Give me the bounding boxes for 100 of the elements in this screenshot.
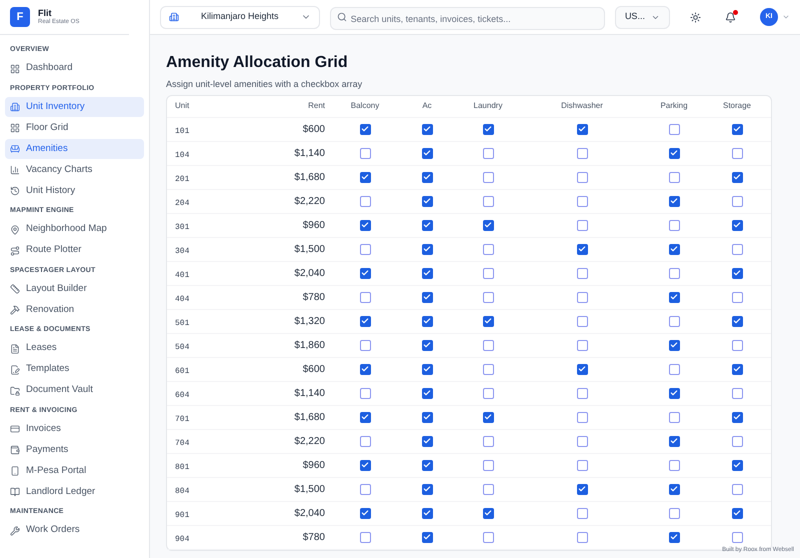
checkbox[interactable] (360, 364, 370, 374)
checkbox[interactable] (732, 244, 742, 254)
sidebar-item[interactable]: Dashboard (5, 58, 144, 78)
checkbox[interactable] (732, 460, 742, 470)
checkbox[interactable] (732, 148, 742, 158)
checkbox[interactable] (668, 268, 680, 278)
checkbox[interactable] (422, 316, 432, 326)
checkbox[interactable] (732, 124, 742, 134)
checkbox[interactable] (576, 484, 588, 494)
checkbox[interactable] (360, 124, 370, 134)
sidebar-item[interactable]: Document Vault (5, 380, 144, 400)
checkbox[interactable] (482, 124, 494, 134)
checkbox[interactable] (576, 460, 588, 470)
checkbox[interactable] (482, 484, 494, 494)
checkbox[interactable] (668, 532, 680, 542)
checkbox[interactable] (668, 292, 680, 302)
checkbox[interactable] (422, 508, 432, 518)
sidebar-item[interactable]: M-Pesa Portal (5, 461, 144, 481)
checkbox[interactable] (576, 172, 588, 182)
checkbox[interactable] (360, 292, 370, 302)
checkbox[interactable] (482, 292, 494, 302)
checkbox[interactable] (422, 268, 432, 278)
checkbox[interactable] (732, 436, 742, 446)
checkbox[interactable] (360, 172, 370, 182)
sidebar-item[interactable]: Neighborhood Map (5, 220, 144, 240)
checkbox[interactable] (732, 268, 742, 278)
checkbox[interactable] (732, 508, 742, 518)
checkbox[interactable] (576, 436, 588, 446)
checkbox[interactable] (482, 460, 494, 470)
checkbox[interactable] (732, 388, 742, 398)
checkbox[interactable] (482, 148, 494, 158)
checkbox[interactable] (482, 340, 494, 350)
checkbox[interactable] (576, 364, 588, 374)
sidebar-item[interactable]: Unit Inventory (5, 97, 144, 117)
checkbox[interactable] (360, 412, 370, 422)
checkbox[interactable] (422, 196, 432, 206)
checkbox[interactable] (422, 172, 432, 182)
checkbox[interactable] (482, 220, 494, 230)
sidebar-item[interactable]: Invoices (5, 419, 144, 439)
checkbox[interactable] (422, 532, 432, 542)
checkbox[interactable] (668, 436, 680, 446)
sidebar-item[interactable]: Unit History (5, 181, 144, 201)
checkbox[interactable] (576, 508, 588, 518)
checkbox[interactable] (668, 484, 680, 494)
checkbox[interactable] (732, 292, 742, 302)
sidebar-item[interactable]: Templates (5, 360, 144, 380)
checkbox[interactable] (422, 460, 432, 470)
checkbox[interactable] (422, 388, 432, 398)
checkbox[interactable] (360, 316, 370, 326)
checkbox[interactable] (482, 172, 494, 182)
theme-toggle[interactable] (688, 10, 703, 24)
sidebar-item[interactable]: Work Orders (5, 520, 144, 540)
checkbox[interactable] (360, 220, 370, 230)
checkbox[interactable] (360, 268, 370, 278)
checkbox[interactable] (668, 364, 680, 374)
checkbox[interactable] (482, 508, 494, 518)
checkbox[interactable] (732, 172, 742, 182)
checkbox[interactable] (422, 124, 432, 134)
checkbox[interactable] (360, 460, 370, 470)
checkbox[interactable] (482, 532, 494, 542)
checkbox[interactable] (422, 292, 432, 302)
checkbox[interactable] (576, 196, 588, 206)
checkbox[interactable] (668, 172, 680, 182)
checkbox[interactable] (576, 244, 588, 254)
checkbox[interactable] (422, 436, 432, 446)
checkbox[interactable] (360, 196, 370, 206)
checkbox[interactable] (576, 532, 588, 542)
checkbox[interactable] (482, 244, 494, 254)
sidebar-item[interactable]: Landlord Ledger (5, 482, 144, 502)
checkbox[interactable] (576, 316, 588, 326)
checkbox[interactable] (482, 268, 494, 278)
checkbox[interactable] (482, 364, 494, 374)
checkbox[interactable] (482, 316, 494, 326)
currency-select[interactable]: US... (614, 6, 670, 28)
checkbox[interactable] (576, 292, 588, 302)
notifications-button[interactable] (723, 10, 738, 24)
checkbox[interactable] (576, 220, 588, 230)
checkbox[interactable] (360, 148, 370, 158)
checkbox[interactable] (576, 340, 588, 350)
checkbox[interactable] (576, 412, 588, 422)
checkbox[interactable] (360, 436, 370, 446)
checkbox[interactable] (732, 316, 742, 326)
checkbox[interactable] (482, 196, 494, 206)
checkbox[interactable] (668, 316, 680, 326)
checkbox[interactable] (576, 124, 588, 134)
checkbox[interactable] (422, 148, 432, 158)
checkbox[interactable] (482, 388, 494, 398)
checkbox[interactable] (668, 508, 680, 518)
sidebar-item[interactable]: Floor Grid (5, 118, 144, 138)
search-field[interactable]: Search units, tenants, invoices, tickets... (330, 7, 605, 30)
checkbox[interactable] (422, 220, 432, 230)
checkbox[interactable] (668, 196, 680, 206)
sidebar-item[interactable]: Leases (5, 338, 144, 358)
checkbox[interactable] (422, 484, 432, 494)
sidebar-item[interactable]: Amenities (5, 139, 144, 159)
checkbox[interactable] (360, 388, 370, 398)
checkbox[interactable] (422, 244, 432, 254)
checkbox[interactable] (668, 244, 680, 254)
checkbox[interactable] (668, 388, 680, 398)
checkbox[interactable] (732, 364, 742, 374)
